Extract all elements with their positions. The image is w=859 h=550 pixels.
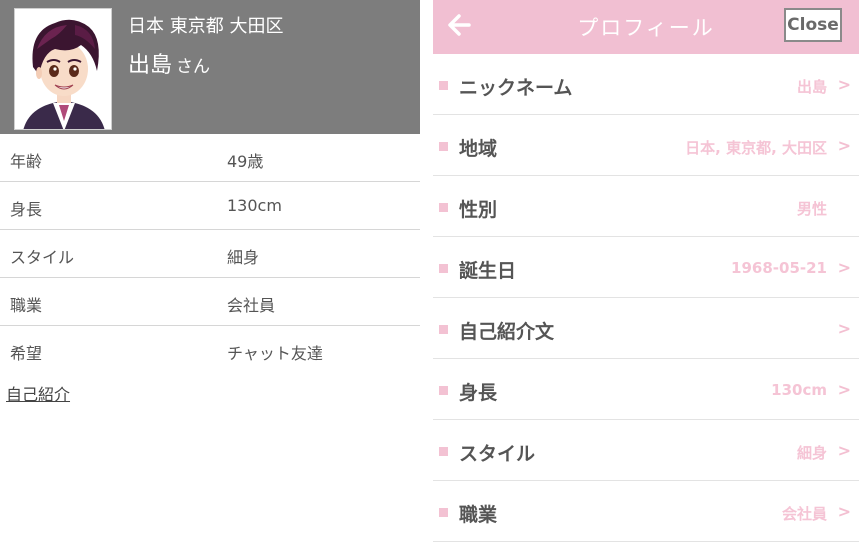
profile-view-panel: 日本 東京都 大田区 出島 さん 年齢 49歳 身長 130cm スタイル 細身 …	[0, 0, 420, 550]
chevron-right-icon: >	[837, 136, 851, 155]
field-row-occupation[interactable]: 職業 会社員 >	[433, 481, 859, 542]
profile-info-table: 年齢 49歳 身長 130cm スタイル 細身 職業 会社員 希望 チャット友達	[0, 134, 420, 374]
info-value: 会社員	[227, 296, 276, 315]
field-label: 性別	[459, 199, 498, 221]
avatar-illustration	[15, 9, 111, 129]
field-row-height[interactable]: 身長 130cm >	[433, 359, 859, 420]
user-name: 出島 さん	[128, 47, 210, 79]
chevron-right-icon: >	[837, 75, 851, 94]
field-value: 出島	[796, 78, 827, 96]
profile-header: 日本 東京都 大田区 出島 さん	[0, 0, 420, 134]
bullet-square-icon	[439, 264, 448, 273]
info-label: 希望	[10, 344, 43, 363]
chevron-right-icon: >	[837, 380, 851, 399]
bullet-square-icon	[439, 508, 448, 517]
bullet-square-icon	[439, 142, 448, 151]
avatar[interactable]	[14, 8, 112, 130]
field-label: ニックネーム	[459, 77, 573, 99]
info-label: 身長	[10, 200, 43, 219]
info-value: 49歳	[227, 152, 264, 171]
field-row-nickname[interactable]: ニックネーム 出島 >	[433, 54, 859, 115]
bullet-square-icon	[439, 386, 448, 395]
info-value: チャット友達	[227, 344, 323, 363]
bullet-square-icon	[439, 203, 448, 212]
info-row-wish: 希望 チャット友達	[0, 326, 420, 374]
bullet-square-icon	[439, 81, 448, 90]
bullet-square-icon	[439, 325, 448, 334]
chevron-right-icon: >	[837, 502, 851, 521]
info-row-style: スタイル 細身	[0, 230, 420, 278]
field-label: 身長	[459, 382, 498, 404]
field-value: 細身	[796, 444, 827, 462]
field-row-style[interactable]: スタイル 細身 >	[433, 420, 859, 481]
profile-edit-header: プロフィール Close	[433, 0, 859, 54]
info-row-height: 身長 130cm	[0, 182, 420, 230]
info-value: 細身	[227, 248, 260, 267]
chevron-right-icon: >	[837, 319, 851, 338]
nickname-text: 出島	[128, 53, 173, 78]
info-label: 年齢	[10, 152, 43, 171]
info-label: スタイル	[10, 248, 75, 267]
profile-field-list: ニックネーム 出島 > 地域 日本, 東京都, 大田区 > 性別 男性 誕生日 …	[433, 54, 859, 542]
field-label: 地域	[459, 138, 498, 160]
field-label: 職業	[459, 504, 498, 526]
field-row-birthday[interactable]: 誕生日 1968-05-21 >	[433, 237, 859, 298]
chevron-right-icon: >	[837, 258, 851, 277]
chevron-right-icon: >	[837, 441, 851, 460]
field-value: 男性	[796, 200, 827, 218]
profile-edit-panel: プロフィール Close ニックネーム 出島 > 地域 日本, 東京都, 大田区…	[433, 0, 859, 550]
field-label: 誕生日	[459, 260, 517, 282]
location-text: 日本 東京都 大田区	[128, 16, 284, 37]
info-value: 130cm	[227, 196, 282, 215]
info-label: 職業	[10, 296, 43, 315]
field-row-gender: 性別 男性	[433, 176, 859, 237]
field-row-self-intro[interactable]: 自己紹介文 >	[433, 298, 859, 359]
field-value: 1968-05-21	[731, 259, 827, 277]
field-label: 自己紹介文	[459, 321, 555, 343]
info-row-age: 年齢 49歳	[0, 134, 420, 182]
honorific-suffix: さん	[176, 57, 211, 77]
field-label: スタイル	[459, 443, 536, 465]
close-button[interactable]: Close	[784, 8, 842, 42]
field-value: 130cm	[771, 381, 827, 399]
info-row-occupation: 職業 会社員	[0, 278, 420, 326]
field-value: 日本, 東京都, 大田区	[685, 139, 827, 157]
bullet-square-icon	[439, 447, 448, 456]
self-introduction-link[interactable]: 自己紹介	[6, 381, 70, 405]
field-value: 会社員	[781, 505, 827, 523]
field-row-region[interactable]: 地域 日本, 東京都, 大田区 >	[433, 115, 859, 176]
